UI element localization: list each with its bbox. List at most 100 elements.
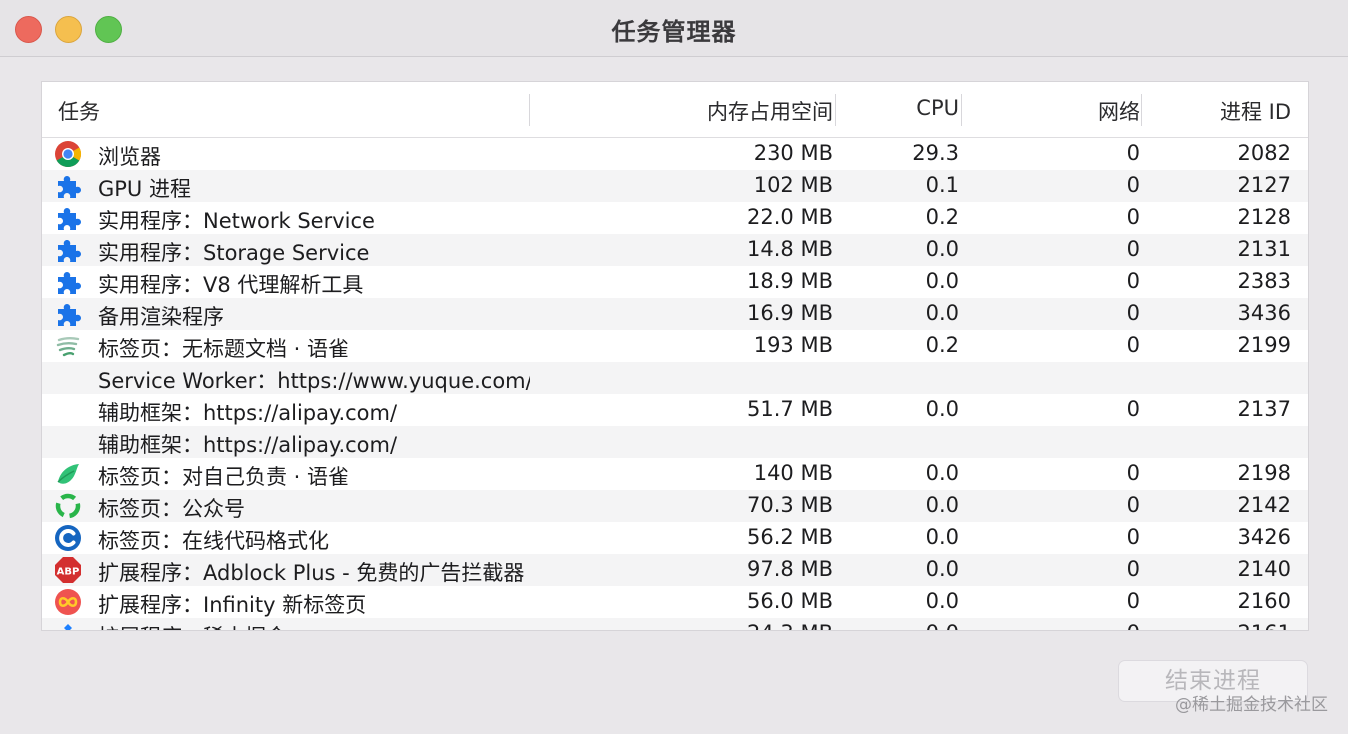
infinity-icon xyxy=(54,588,82,616)
cpu-value: 0.0 xyxy=(925,461,959,485)
memory-value: 102 MB xyxy=(753,173,833,197)
column-separator[interactable] xyxy=(961,94,962,126)
memory-value: 16.9 MB xyxy=(747,301,833,325)
yuque-lines-icon xyxy=(54,332,82,360)
task-name: 标签页：在线代码格式化 xyxy=(98,529,329,553)
pid-value: 2161 xyxy=(1238,621,1291,630)
table-row[interactable]: 实用程序：Storage Service 14.8 MB 0.0 0 2131 xyxy=(42,234,1308,266)
pid-value: 2198 xyxy=(1237,461,1291,485)
abp-icon: ABP xyxy=(54,556,82,584)
process-table: 任务 内存占用空间 CPU 网络 进程 ID 浏览器 230 MB 29.3 0 208… xyxy=(41,81,1309,631)
cpu-value: 0.0 xyxy=(925,269,959,293)
table-row[interactable]: 辅助框架：https://alipay.com/51.7 MB 0.0 0 2137 xyxy=(42,394,1308,426)
title-bar: 任务管理器 xyxy=(0,0,1348,57)
column-header-task[interactable]: 任务 xyxy=(58,96,100,126)
cpu-value: 29.3 xyxy=(912,141,959,165)
column-header-pid[interactable]: 进程 ID xyxy=(1220,96,1291,126)
cpu-value: 0.2 xyxy=(925,333,959,357)
pid-value: 3426 xyxy=(1237,525,1291,549)
task-name: 标签页：对自己负责 · 语雀 xyxy=(98,465,350,489)
memory-value: 24.3 MB xyxy=(747,621,833,630)
table-row[interactable]: 标签页：对自己负责 · 语雀 140 MB 0.0 0 2198 xyxy=(42,458,1308,490)
network-value: 0 xyxy=(1126,205,1140,229)
memory-value: 97.8 MB xyxy=(747,557,833,581)
memory-value: 18.9 MB xyxy=(747,269,833,293)
network-value: 0 xyxy=(1126,237,1140,261)
network-value: 0 xyxy=(1126,269,1140,293)
table-row[interactable]: 标签页：公众号 70.3 MB 0.0 0 2142 xyxy=(42,490,1308,522)
network-value: 0 xyxy=(1126,141,1140,165)
table-row[interactable]: 扩展程序：Infinity 新标签页 56.0 MB 0.0 0 2160 xyxy=(42,586,1308,618)
cpu-value: 0.0 xyxy=(926,621,959,630)
pid-value: 2137 xyxy=(1237,397,1291,421)
memory-value: 14.8 MB xyxy=(747,237,833,261)
puzzle-icon xyxy=(54,268,82,296)
task-name: 实用程序：V8 代理解析工具 xyxy=(98,273,364,297)
column-separator[interactable] xyxy=(835,94,836,126)
wechat-mp-icon xyxy=(54,492,82,520)
chrome-icon xyxy=(54,140,82,168)
puzzle-icon xyxy=(54,172,82,200)
task-name: 扩展程序：稀土掘金 xyxy=(98,621,530,630)
table-row[interactable]: 扩展程序：稀土掘金 24.3 MB 0.0 0 2161 xyxy=(42,618,1308,630)
pid-value: 2082 xyxy=(1237,141,1291,165)
pid-value: 2160 xyxy=(1237,589,1291,613)
memory-value: 22.0 MB xyxy=(747,205,833,229)
table-row[interactable]: 标签页：在线代码格式化 56.2 MB 0.0 0 3426 xyxy=(42,522,1308,554)
table-row[interactable]: 辅助框架：https://alipay.com/ xyxy=(42,426,1308,458)
column-header-cpu[interactable]: CPU xyxy=(916,96,959,120)
pid-value: 2383 xyxy=(1237,269,1291,293)
cpu-value: 0.0 xyxy=(925,301,959,325)
cpu-value: 0.0 xyxy=(925,557,959,581)
table-row[interactable]: 实用程序：Network Service 22.0 MB 0.2 0 2128 xyxy=(42,202,1308,234)
column-separator[interactable] xyxy=(1141,94,1142,126)
task-name: 备用渲染程序 xyxy=(98,305,224,329)
task-name: 标签页：无标题文档 · 语雀 xyxy=(98,337,350,361)
table-row[interactable]: 实用程序：V8 代理解析工具 18.9 MB 0.0 0 2383 xyxy=(42,266,1308,298)
task-name: 扩展程序：Adblock Plus - 免费的广告拦截器 xyxy=(98,561,525,585)
table-row[interactable]: 浏览器 230 MB 29.3 0 2082 xyxy=(42,138,1308,170)
yuque-bird-icon xyxy=(54,460,82,488)
cpu-value: 0.2 xyxy=(925,205,959,229)
pid-value: 2142 xyxy=(1237,493,1291,517)
table-body: 浏览器 230 MB 29.3 0 2082 GPU 进程 102 MB 0.1 0 2127 实用… xyxy=(42,138,1308,630)
memory-value: 193 MB xyxy=(753,333,833,357)
cpu-value: 0.1 xyxy=(925,173,959,197)
task-name: 辅助框架：https://alipay.com/ xyxy=(98,401,398,425)
pid-value: 2199 xyxy=(1237,333,1291,357)
task-name: 浏览器 xyxy=(98,145,161,169)
pid-value: 3436 xyxy=(1237,301,1291,325)
puzzle-icon xyxy=(54,300,82,328)
table-row[interactable]: 标签页：无标题文档 · 语雀 193 MB 0.2 0 2199 xyxy=(42,330,1308,362)
network-value: 0 xyxy=(1126,301,1140,325)
memory-value: 56.0 MB xyxy=(747,589,833,613)
network-value: 0 xyxy=(1127,621,1140,630)
network-value: 0 xyxy=(1126,557,1140,581)
table-row[interactable]: GPU 进程 102 MB 0.1 0 2127 xyxy=(42,170,1308,202)
task-name: 实用程序：Network Service xyxy=(98,209,375,233)
network-value: 0 xyxy=(1126,333,1140,357)
column-header-network[interactable]: 网络 xyxy=(1098,96,1140,126)
table-row[interactable]: Service Worker：https://www.yuque.com/ xyxy=(42,362,1308,394)
cpu-value: 0.0 xyxy=(925,589,959,613)
table-row[interactable]: 备用渲染程序 16.9 MB 0.0 0 3436 xyxy=(42,298,1308,330)
memory-value: 140 MB xyxy=(753,461,833,485)
table-row[interactable]: ABP 扩展程序：Adblock Plus - 免费的广告拦截器 97.8 MB 0.… xyxy=(42,554,1308,586)
cpu-value: 0.0 xyxy=(925,237,959,261)
memory-value: 56.2 MB xyxy=(747,525,833,549)
task-name: GPU 进程 xyxy=(98,177,191,201)
network-value: 0 xyxy=(1126,461,1140,485)
pid-value: 2140 xyxy=(1237,557,1291,581)
column-header-memory[interactable]: 内存占用空间 xyxy=(707,96,833,126)
abp-icon-text: ABP xyxy=(57,567,80,578)
column-separator[interactable] xyxy=(529,94,530,126)
cpu-value: 0.0 xyxy=(925,397,959,421)
network-value: 0 xyxy=(1126,397,1140,421)
puzzle-icon xyxy=(54,236,82,264)
network-value: 0 xyxy=(1126,525,1140,549)
task-name: 标签页：公众号 xyxy=(98,497,245,521)
watermark: @稀土掘金技术社区 xyxy=(1175,695,1328,715)
pid-value: 2127 xyxy=(1237,173,1291,197)
network-value: 0 xyxy=(1126,589,1140,613)
memory-value: 230 MB xyxy=(753,141,833,165)
